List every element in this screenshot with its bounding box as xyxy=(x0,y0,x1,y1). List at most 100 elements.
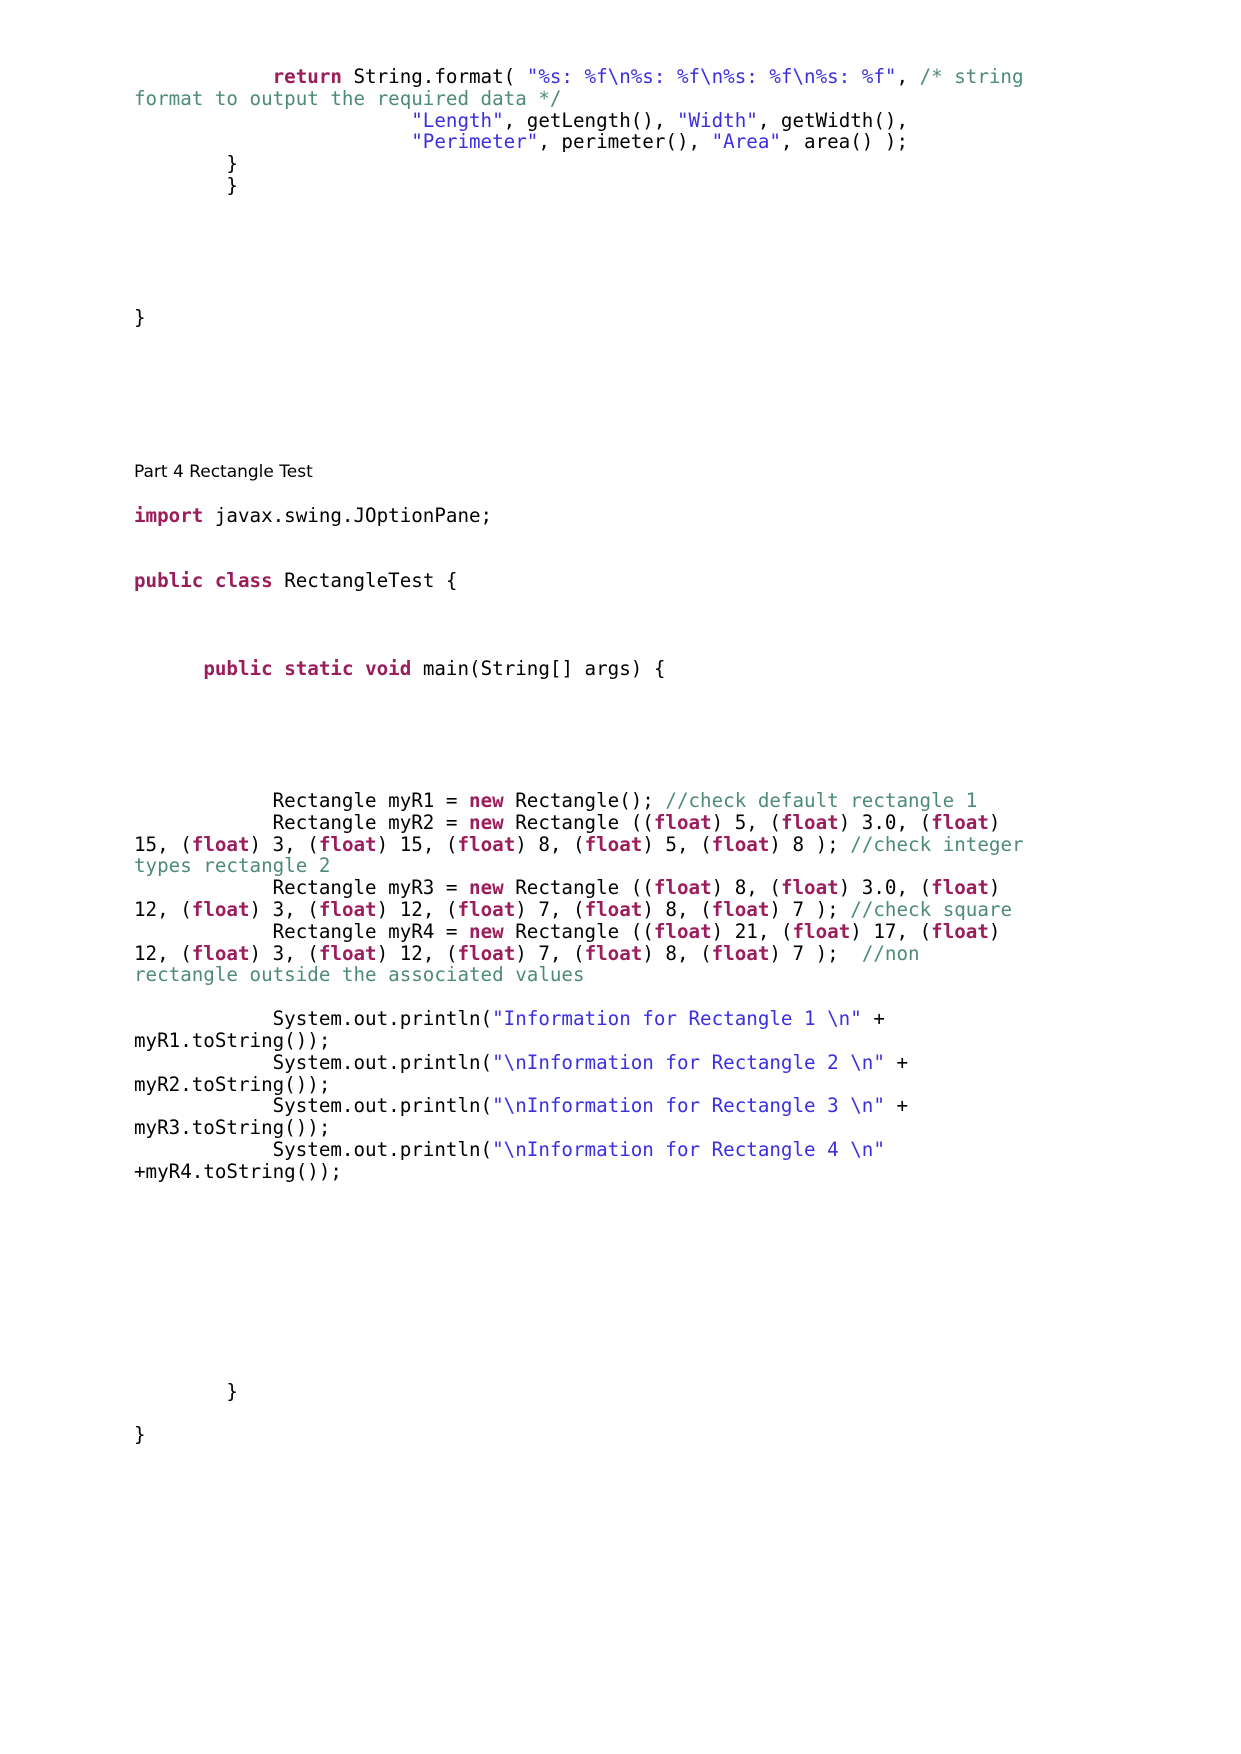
spacer-between-closing-braces xyxy=(134,1402,1034,1424)
decl-r3-arg-1: ) 8, ( xyxy=(711,876,781,900)
keyword-new-r1: new xyxy=(469,788,504,812)
indent-r4 xyxy=(134,920,273,943)
cast-float-r2-2: float xyxy=(780,810,839,834)
spacer-before-class-close xyxy=(134,197,1034,285)
space-2 xyxy=(273,657,285,680)
decl-r3-args-pre: Rectangle (( xyxy=(503,876,654,900)
indent-r3 xyxy=(134,876,273,899)
cast-float-r3-6: float xyxy=(457,897,516,921)
println-call-1: System.out.println( xyxy=(272,1007,493,1031)
spacer-before-heading xyxy=(134,329,1034,417)
decl-r1-head: Rectangle myR1 = xyxy=(272,788,470,812)
keyword-public-main: public xyxy=(203,657,273,681)
brace-close-main: } xyxy=(134,1379,238,1403)
cast-float-r3-3: float xyxy=(931,876,989,900)
cast-float-r3-5: float xyxy=(318,897,377,921)
decl-r3-arg-2: ) 3.0, ( xyxy=(838,876,932,900)
cast-float-r2-4: float xyxy=(191,832,250,856)
spacer-before-prints xyxy=(134,986,1034,1008)
text-perimeter-call: , perimeter(), xyxy=(538,130,712,154)
decl-r3-arg-4: ) 3, ( xyxy=(249,897,319,921)
cast-float-r4-5: float xyxy=(318,941,377,965)
decl-r3-arg-6: ) 7, ( xyxy=(515,897,585,921)
indent-print-1 xyxy=(134,1007,273,1030)
brace-close-block: } xyxy=(134,173,238,197)
println-call-2: System.out.println( xyxy=(272,1050,493,1074)
code-line-class-declaration: public class RectangleTest { xyxy=(134,570,1034,592)
cast-float-r3-1: float xyxy=(653,876,712,900)
spacer-before-close-main-2 xyxy=(134,1271,1034,1359)
keyword-new-r4: new xyxy=(469,919,504,943)
indent-print-3 xyxy=(134,1094,273,1117)
cast-float-r2-7: float xyxy=(584,832,643,856)
keyword-public-class: public xyxy=(134,569,204,593)
decl-r2-head: Rectangle myR2 = xyxy=(272,810,470,834)
text-string-format-call: String.format( xyxy=(341,65,527,88)
println-string-2: "\nInformation for Rectangle 2 \n" xyxy=(492,1050,885,1074)
keyword-new-r2: new xyxy=(469,810,504,834)
decl-r4-arg-1: ) 21, ( xyxy=(711,919,793,943)
indent-perimeter-line xyxy=(134,130,411,153)
decl-r3-head: Rectangle myR3 = xyxy=(272,876,470,900)
comment-r1: //check default rectangle 1 xyxy=(665,788,978,812)
spacer-extra-1 xyxy=(134,285,1034,307)
cast-float-r3-8: float xyxy=(711,897,770,921)
decl-r4-arg-4: ) 3, ( xyxy=(249,941,319,965)
cast-float-r2-3: float xyxy=(931,810,989,834)
decl-r2-arg-6: ) 8, ( xyxy=(515,832,585,856)
keyword-import: import xyxy=(134,503,204,527)
decl-r2-arg-2: ) 3.0, ( xyxy=(838,810,932,834)
string-perimeter-label: "Perimeter" xyxy=(411,130,539,154)
brace-close-method: } xyxy=(134,152,238,176)
decl-r3-arg-7: ) 8, ( xyxy=(642,897,712,921)
spacer-after-heading xyxy=(134,483,1034,505)
keyword-class: class xyxy=(214,569,273,593)
section-heading: Part 4 Rectangle Test xyxy=(134,461,313,482)
decl-r2-arg-7: ) 5, ( xyxy=(642,832,712,856)
indent-length-line xyxy=(134,109,411,132)
brace-close-rectangle-class: } xyxy=(134,305,146,329)
brace-close-test-class: } xyxy=(134,1423,146,1447)
spacer-after-class-decl xyxy=(134,592,1034,636)
class-name-rectangletest: RectangleTest { xyxy=(272,569,458,593)
decl-r4-arg-8: ) 7 ); xyxy=(769,941,862,965)
decl-r2-arg-4: ) 3, ( xyxy=(249,832,319,856)
string-width-label: "Width" xyxy=(676,108,758,132)
text-comma-1: , xyxy=(896,65,920,88)
indent-print-2 xyxy=(134,1051,273,1074)
code-block-println: System.out.println("Information for Rect… xyxy=(134,1008,1034,1182)
spacer-before-heading-2 xyxy=(134,417,1034,461)
decl-r1-body: Rectangle(); xyxy=(503,788,666,812)
string-format-literal: "%s: %f\n%s: %f\n%s: %f\n%s: %f" xyxy=(526,65,897,88)
import-target: javax.swing.JOptionPane; xyxy=(203,503,493,527)
cast-float-r4-1: float xyxy=(653,919,712,943)
cast-float-r2-1: float xyxy=(653,810,712,834)
spacer-after-import xyxy=(134,526,1034,570)
string-length-label: "Length" xyxy=(411,108,504,132)
text-area-call: , area() ); xyxy=(780,130,908,154)
println-call-3: System.out.println( xyxy=(272,1094,493,1118)
cast-float-r2-6: float xyxy=(457,832,516,856)
println-call-4: System.out.println( xyxy=(272,1137,493,1161)
indent-r2 xyxy=(134,811,273,834)
document-content: return String.format( "%s: %f\n%s: %f\n%… xyxy=(134,0,1034,1446)
cast-float-r3-2: float xyxy=(780,876,839,900)
code-line-import: import javax.swing.JOptionPane; xyxy=(134,503,1034,527)
comment-r3: //check square xyxy=(850,897,1013,921)
cast-float-r4-8: float xyxy=(711,941,770,965)
cast-float-r4-7: float xyxy=(584,941,643,965)
decl-r4-head: Rectangle myR4 = xyxy=(272,919,470,943)
code-block-class-close: } xyxy=(134,305,1034,329)
println-string-4: "\nInformation for Rectangle 4 \n" xyxy=(492,1137,885,1161)
decl-r4-args-pre: Rectangle (( xyxy=(503,919,654,943)
keyword-new-r3: new xyxy=(469,876,504,900)
top-spacer xyxy=(134,0,1034,66)
println-string-1: "Information for Rectangle 1 \n" xyxy=(492,1007,862,1031)
spacer-after-main-signature-2 xyxy=(134,768,1034,790)
keyword-static: static xyxy=(284,657,354,681)
code-block-declarations: Rectangle myR1 = new Rectangle(); //chec… xyxy=(134,790,1034,986)
code-line-close-main: } xyxy=(134,1379,1034,1403)
spacer-after-main-signature xyxy=(134,680,1034,768)
indent-return xyxy=(134,65,273,88)
cast-float-r4-6: float xyxy=(457,941,516,965)
